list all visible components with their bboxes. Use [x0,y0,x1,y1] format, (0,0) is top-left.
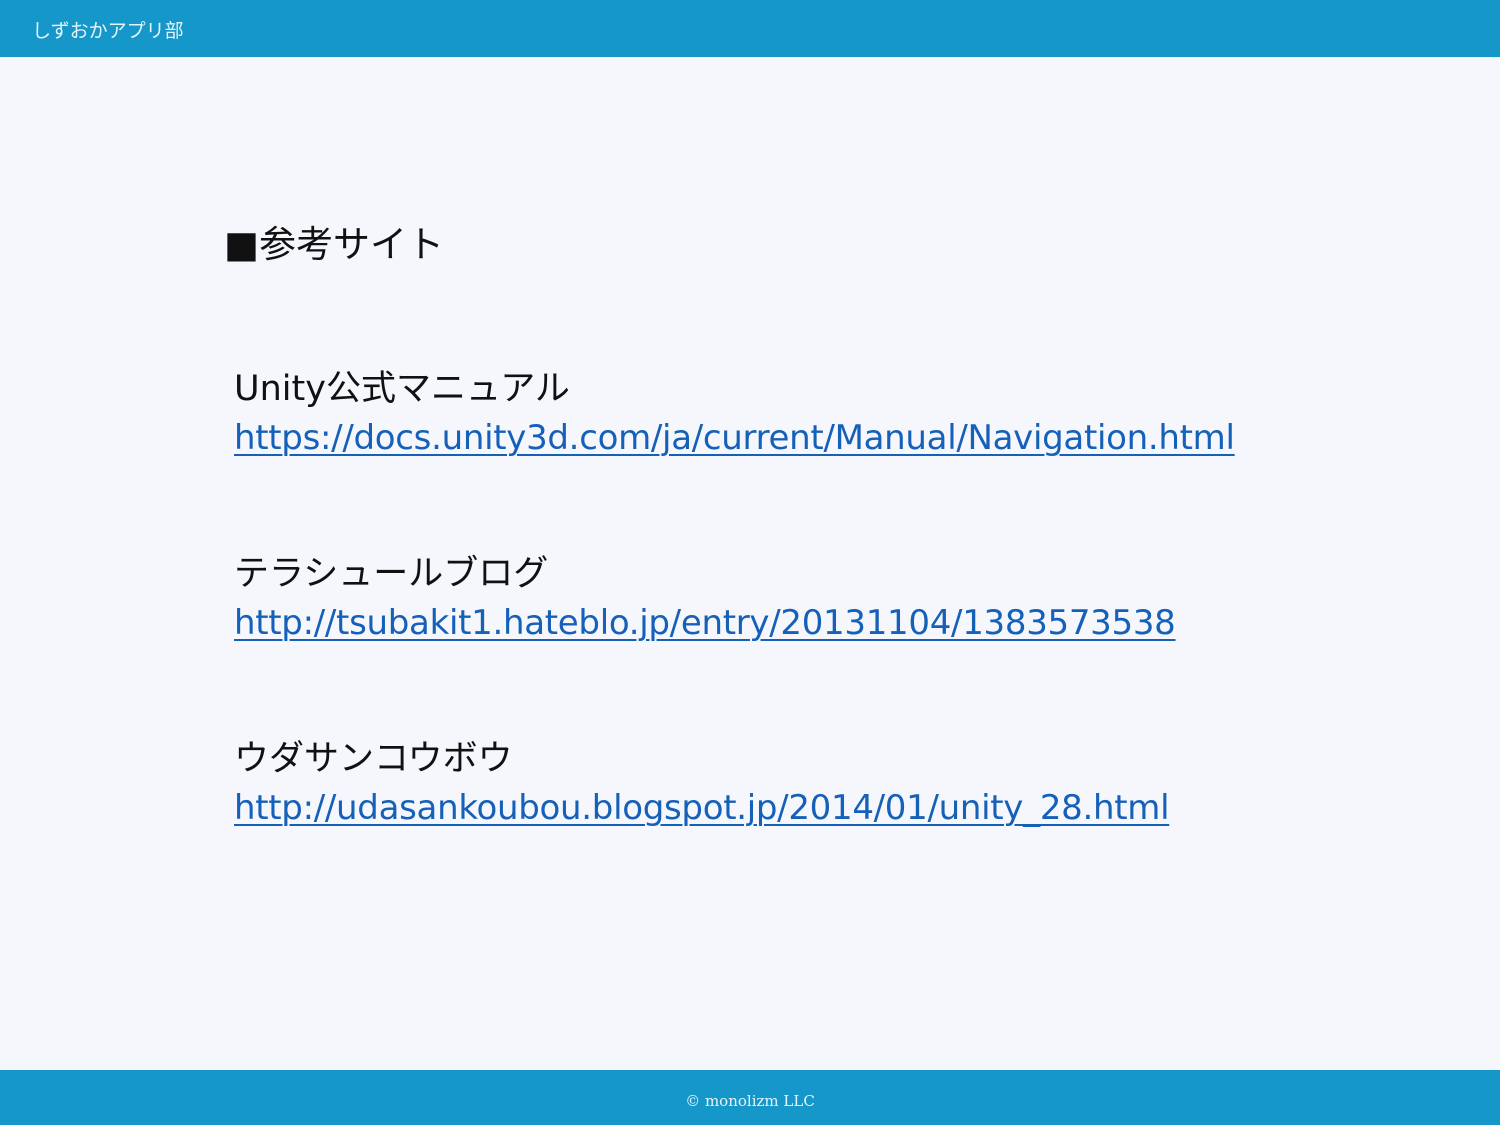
header-bar: しずおかアプリ部 [0,0,1500,57]
header-title: しずおかアプリ部 [32,20,184,42]
copyright-text: © monolizm LLC [685,1092,815,1110]
reference-name: Unity公式マニュアル [234,369,570,409]
reference-name: テラシュールブログ [234,554,549,594]
page-title: ■参考サイト [224,223,444,266]
reference-link[interactable]: http://udasankoubou.blogspot.jp/2014/01/… [234,784,1170,832]
reference-link[interactable]: http://tsubakit1.hateblo.jp/entry/201311… [234,599,1176,647]
footer-bar: © monolizm LLC [0,1070,1500,1125]
reference-entry: Unity公式マニュアル https://docs.unity3d.com/ja… [234,364,1434,462]
reference-entry: テラシュールブログ http://tsubakit1.hateblo.jp/en… [234,549,1434,647]
reference-link[interactable]: https://docs.unity3d.com/ja/current/Manu… [234,414,1235,462]
reference-entry: ウダサンコウボウ http://udasankoubou.blogspot.jp… [234,734,1434,832]
reference-name: ウダサンコウボウ [234,739,513,779]
